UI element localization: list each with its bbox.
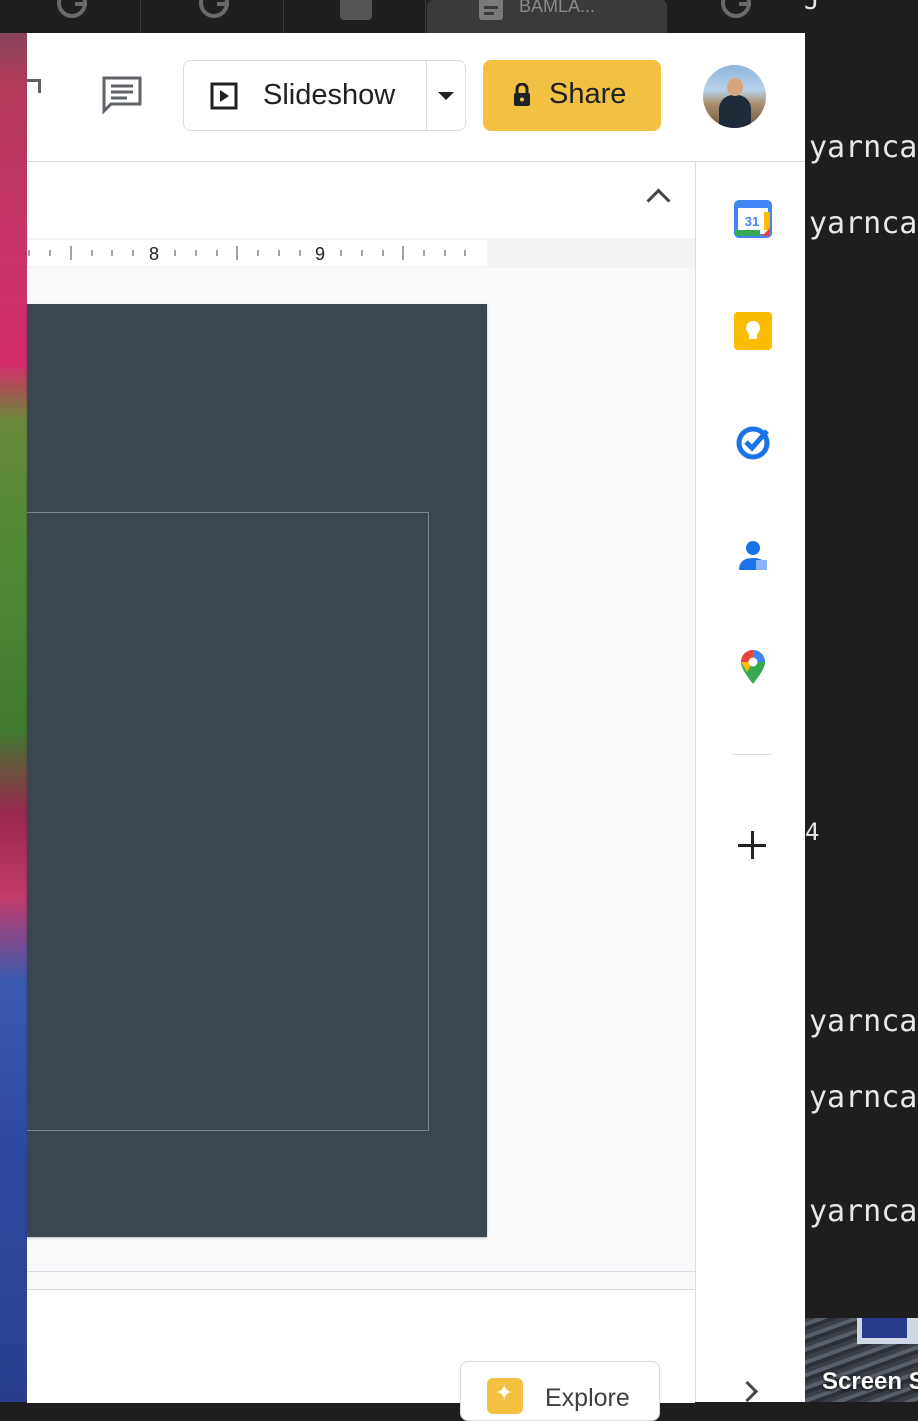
horizontal-ruler: 8 9 <box>27 238 695 268</box>
ruler-mark-8: 8 <box>149 244 159 264</box>
share-label: Share <box>549 78 627 110</box>
thumbnail-label: Screen S <box>822 1368 918 1395</box>
chevron-right-icon[interactable] <box>736 1380 759 1403</box>
browser-tab-active[interactable]: BAMLA... <box>427 0 667 33</box>
terminal-window: yarncat yarncat 4 yarncat yarncat yarnca… <box>805 0 918 1402</box>
browser-tab[interactable] <box>0 0 141 33</box>
terminal-line: yarncat <box>809 1194 918 1229</box>
avatar-figure <box>719 95 751 128</box>
lock-icon <box>514 83 530 106</box>
avatar-face <box>727 78 743 96</box>
terminal-line: yarncat <box>809 206 918 241</box>
calendar-day: 31 <box>745 214 759 229</box>
side-panel: 31 <box>695 162 806 1403</box>
slideshow-options-dropdown[interactable] <box>427 61 465 130</box>
terminal-line: yarncat <box>809 130 918 165</box>
app-header: Slideshow Share <box>27 33 805 162</box>
comment-icon[interactable] <box>101 75 143 115</box>
slideshow-button-group: Slideshow <box>183 60 466 131</box>
slide-canvas-area <box>27 268 695 1271</box>
present-icon <box>210 82 238 110</box>
maps-icon[interactable] <box>734 648 772 686</box>
browser-tab[interactable] <box>668 0 809 33</box>
desktop-wallpaper <box>0 0 28 1402</box>
speaker-notes-area[interactable]: Explore <box>27 1289 695 1421</box>
terminal-line: yarncat <box>809 1004 918 1039</box>
add-addon-icon[interactable] <box>738 831 766 859</box>
share-button[interactable]: Share <box>483 60 661 131</box>
slideshow-button[interactable]: Slideshow <box>184 61 426 130</box>
explore-button[interactable]: Explore <box>460 1361 660 1421</box>
tab-title: BAMLA... <box>519 0 596 16</box>
arrow-icon[interactable] <box>27 79 41 93</box>
contacts-icon[interactable] <box>734 536 772 574</box>
slides-app-window: Slideshow Share 8 9 ✦ Explore 31 <box>27 33 806 1421</box>
browser-tab[interactable] <box>285 0 426 33</box>
notes-resize-gap <box>27 1272 695 1289</box>
chevron-up-icon[interactable] <box>646 188 671 213</box>
explore-label: Explore <box>545 1384 630 1412</box>
slide[interactable] <box>27 304 487 1237</box>
side-panel-divider <box>732 754 772 755</box>
slideshow-label: Slideshow <box>263 79 396 111</box>
account-avatar[interactable] <box>703 65 766 128</box>
thumbnail-preview-inner <box>862 1318 907 1338</box>
explore-icon <box>487 1378 523 1414</box>
google-g-icon <box>721 0 751 18</box>
tab-favicon-icon <box>340 0 372 20</box>
terminal-top-char: J <box>804 0 820 16</box>
browser-tab[interactable] <box>143 0 284 33</box>
browser-tab-strip: BAMLA... <box>0 0 805 33</box>
calendar-icon[interactable]: 31 <box>734 200 772 238</box>
tasks-icon[interactable] <box>734 424 772 462</box>
terminal-line: yarncat <box>809 1080 918 1115</box>
google-g-icon <box>57 0 87 18</box>
ruler-ticks: 8 9 <box>28 244 466 264</box>
filmstrip-toggle-bar <box>27 162 695 238</box>
ruler-mark-9: 9 <box>315 244 325 264</box>
docs-icon <box>479 0 503 20</box>
terminal-line: 4 <box>805 818 820 846</box>
keep-icon[interactable] <box>734 312 772 350</box>
google-g-icon <box>199 0 229 18</box>
text-placeholder[interactable] <box>27 512 429 1131</box>
